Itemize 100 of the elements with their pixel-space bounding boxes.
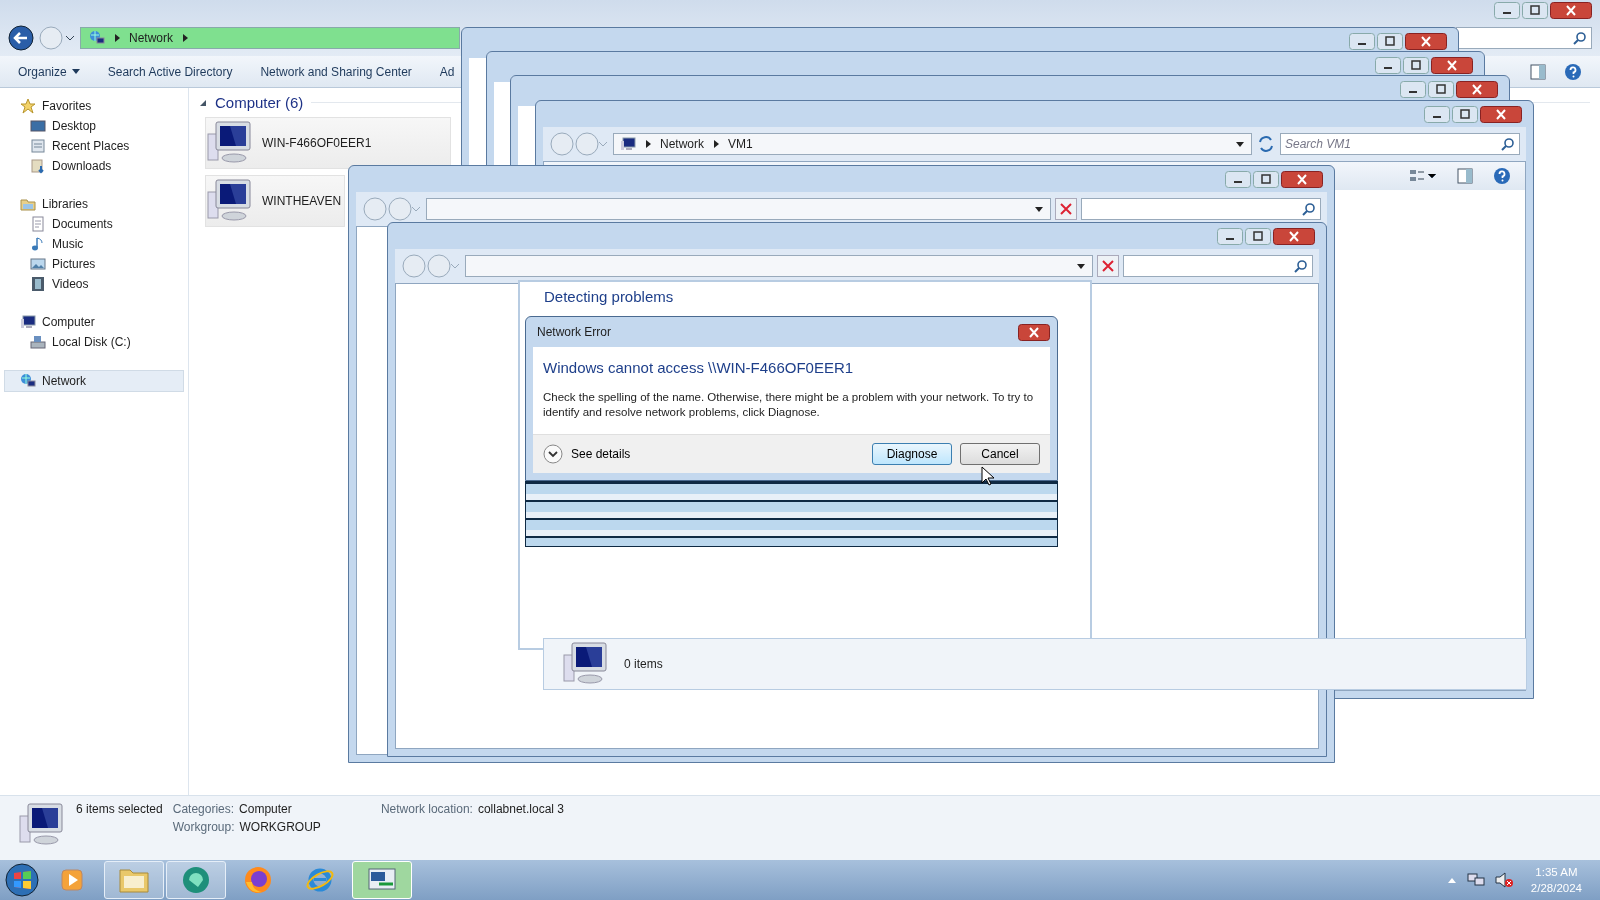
- muted-speaker-icon[interactable]: [1494, 872, 1513, 888]
- star-icon: [20, 98, 36, 114]
- sidebar-item[interactable]: Libraries: [0, 194, 188, 214]
- sidebar-item[interactable]: Videos: [0, 274, 188, 294]
- sidebar-item[interactable]: Downloads: [0, 156, 188, 176]
- minimize-icon[interactable]: [1400, 81, 1426, 98]
- dropdown-icon[interactable]: [1076, 262, 1086, 270]
- search-field[interactable]: [1123, 255, 1313, 277]
- mouse-cursor-icon: [981, 466, 995, 486]
- sidebar-item[interactable]: Favorites: [0, 96, 188, 116]
- dialog-button[interactable]: Diagnose: [872, 443, 952, 465]
- breadcrumb[interactable]: Network: [660, 137, 704, 151]
- field-label: Network location:: [380, 802, 473, 816]
- minimize-icon[interactable]: [1217, 228, 1243, 245]
- breadcrumb[interactable]: VM1: [728, 137, 753, 151]
- toolbar-button[interactable]: Ad: [439, 64, 455, 79]
- start-button[interactable]: [4, 862, 40, 898]
- sidebar-item[interactable]: Music: [0, 234, 188, 254]
- maximize-icon[interactable]: [1245, 228, 1271, 245]
- close-icon[interactable]: [1405, 33, 1447, 50]
- breadcrumb[interactable]: Network: [129, 31, 173, 45]
- maximize-icon[interactable]: [1522, 2, 1548, 19]
- music-note-icon: [30, 236, 46, 252]
- search-icon: [1501, 137, 1515, 151]
- close-icon[interactable]: [1281, 171, 1323, 188]
- sidebar-item[interactable]: Network: [4, 370, 184, 392]
- close-icon[interactable]: [1018, 323, 1050, 341]
- search-field[interactable]: [1456, 27, 1592, 49]
- view-options-icon[interactable]: [1409, 168, 1437, 184]
- maximize-icon[interactable]: [1253, 171, 1279, 188]
- preview-pane-icon[interactable]: [1530, 63, 1546, 80]
- film-icon: [30, 276, 46, 292]
- minimize-icon[interactable]: [1424, 106, 1450, 123]
- close-icon[interactable]: [1431, 57, 1473, 74]
- minimize-icon[interactable]: [1225, 171, 1251, 188]
- sidebar-item[interactable]: Local Disk (C:): [0, 332, 188, 352]
- downloads-icon: [30, 158, 46, 174]
- address-bar[interactable]: Network: [80, 27, 460, 49]
- network-icon: [89, 30, 105, 46]
- toolbar-button[interactable]: Organize: [18, 64, 80, 79]
- minimize-icon[interactable]: [1375, 57, 1401, 74]
- toolbar-button[interactable]: Search Active Directory: [107, 64, 233, 79]
- dropdown-icon[interactable]: [1034, 205, 1044, 213]
- chevron-icon: [181, 33, 189, 43]
- address-bar[interactable]: Network VM1: [613, 133, 1252, 155]
- search-field[interactable]: Search VM1: [1280, 133, 1520, 155]
- maximize-icon[interactable]: [1452, 106, 1478, 123]
- document-icon: [30, 216, 46, 232]
- computer-icon: [20, 314, 36, 330]
- sidebar-item[interactable]: Recent Places: [0, 136, 188, 156]
- close-icon[interactable]: [1550, 2, 1592, 19]
- collapse-icon[interactable]: [199, 98, 207, 107]
- network-icon: [20, 373, 36, 389]
- dropdown-icon: [71, 68, 80, 75]
- library-icon: [20, 196, 36, 212]
- dialog-button[interactable]: Cancel: [960, 443, 1040, 465]
- computer-icon: [206, 120, 254, 166]
- selection-count: 6 items selected: [76, 802, 163, 816]
- minimize-icon[interactable]: [1494, 2, 1520, 19]
- maximize-icon[interactable]: [1428, 81, 1454, 98]
- close-icon[interactable]: [1480, 106, 1522, 123]
- dropdown-icon[interactable]: [1235, 140, 1245, 148]
- recent-places-icon: [30, 138, 46, 154]
- close-icon[interactable]: [1456, 81, 1498, 98]
- preview-pane-icon[interactable]: [1457, 168, 1473, 184]
- back-icon[interactable]: [8, 25, 34, 51]
- network-icon[interactable]: [1466, 872, 1485, 888]
- group-heading: Computer (6): [215, 94, 304, 111]
- sidebar-item[interactable]: Documents: [0, 214, 188, 234]
- sidebar-item[interactable]: Pictures: [0, 254, 188, 274]
- firefox-icon: [243, 865, 273, 895]
- folder-icon: [118, 866, 150, 894]
- dialog-message: Check the spelling of the name. Otherwise, there might be a problem with your network. To try to identify and resolve network problems, click Diagnose.: [543, 390, 1035, 420]
- search-icon: [1302, 202, 1316, 216]
- circle-app-icon: [181, 865, 211, 895]
- maximize-icon[interactable]: [1377, 33, 1403, 50]
- minimize-icon[interactable]: [1349, 33, 1375, 50]
- toolbar-button[interactable]: Network and Sharing Center: [260, 64, 412, 79]
- field-label: Categories:: [172, 802, 235, 816]
- refresh-icon[interactable]: [1256, 134, 1276, 154]
- computer-icon: [18, 802, 66, 848]
- dialog-title: Network Error: [537, 325, 611, 339]
- stop-icon[interactable]: [1055, 198, 1077, 220]
- field-value: Computer: [239, 802, 292, 816]
- stop-icon[interactable]: [1097, 255, 1119, 277]
- close-icon[interactable]: [1273, 228, 1315, 245]
- field-value: WORKGROUP: [239, 820, 321, 834]
- sidebar-item[interactable]: Desktop: [0, 116, 188, 136]
- computer-tile[interactable]: WIN-F466OF0EER1: [205, 117, 451, 169]
- search-field[interactable]: [1081, 198, 1321, 220]
- maximize-icon[interactable]: [1403, 57, 1429, 74]
- help-icon[interactable]: [1493, 167, 1511, 185]
- search-icon: [1573, 31, 1587, 45]
- see-details-toggle[interactable]: See details: [543, 444, 631, 464]
- computer-tile[interactable]: WINTHEAVEN: [205, 175, 345, 227]
- search-icon: [1294, 259, 1308, 273]
- remote-desktop-icon: [367, 867, 397, 893]
- sidebar-item[interactable]: Computer: [0, 312, 188, 332]
- help-icon[interactable]: [1564, 62, 1582, 81]
- taskbar-button[interactable]: [166, 861, 226, 899]
